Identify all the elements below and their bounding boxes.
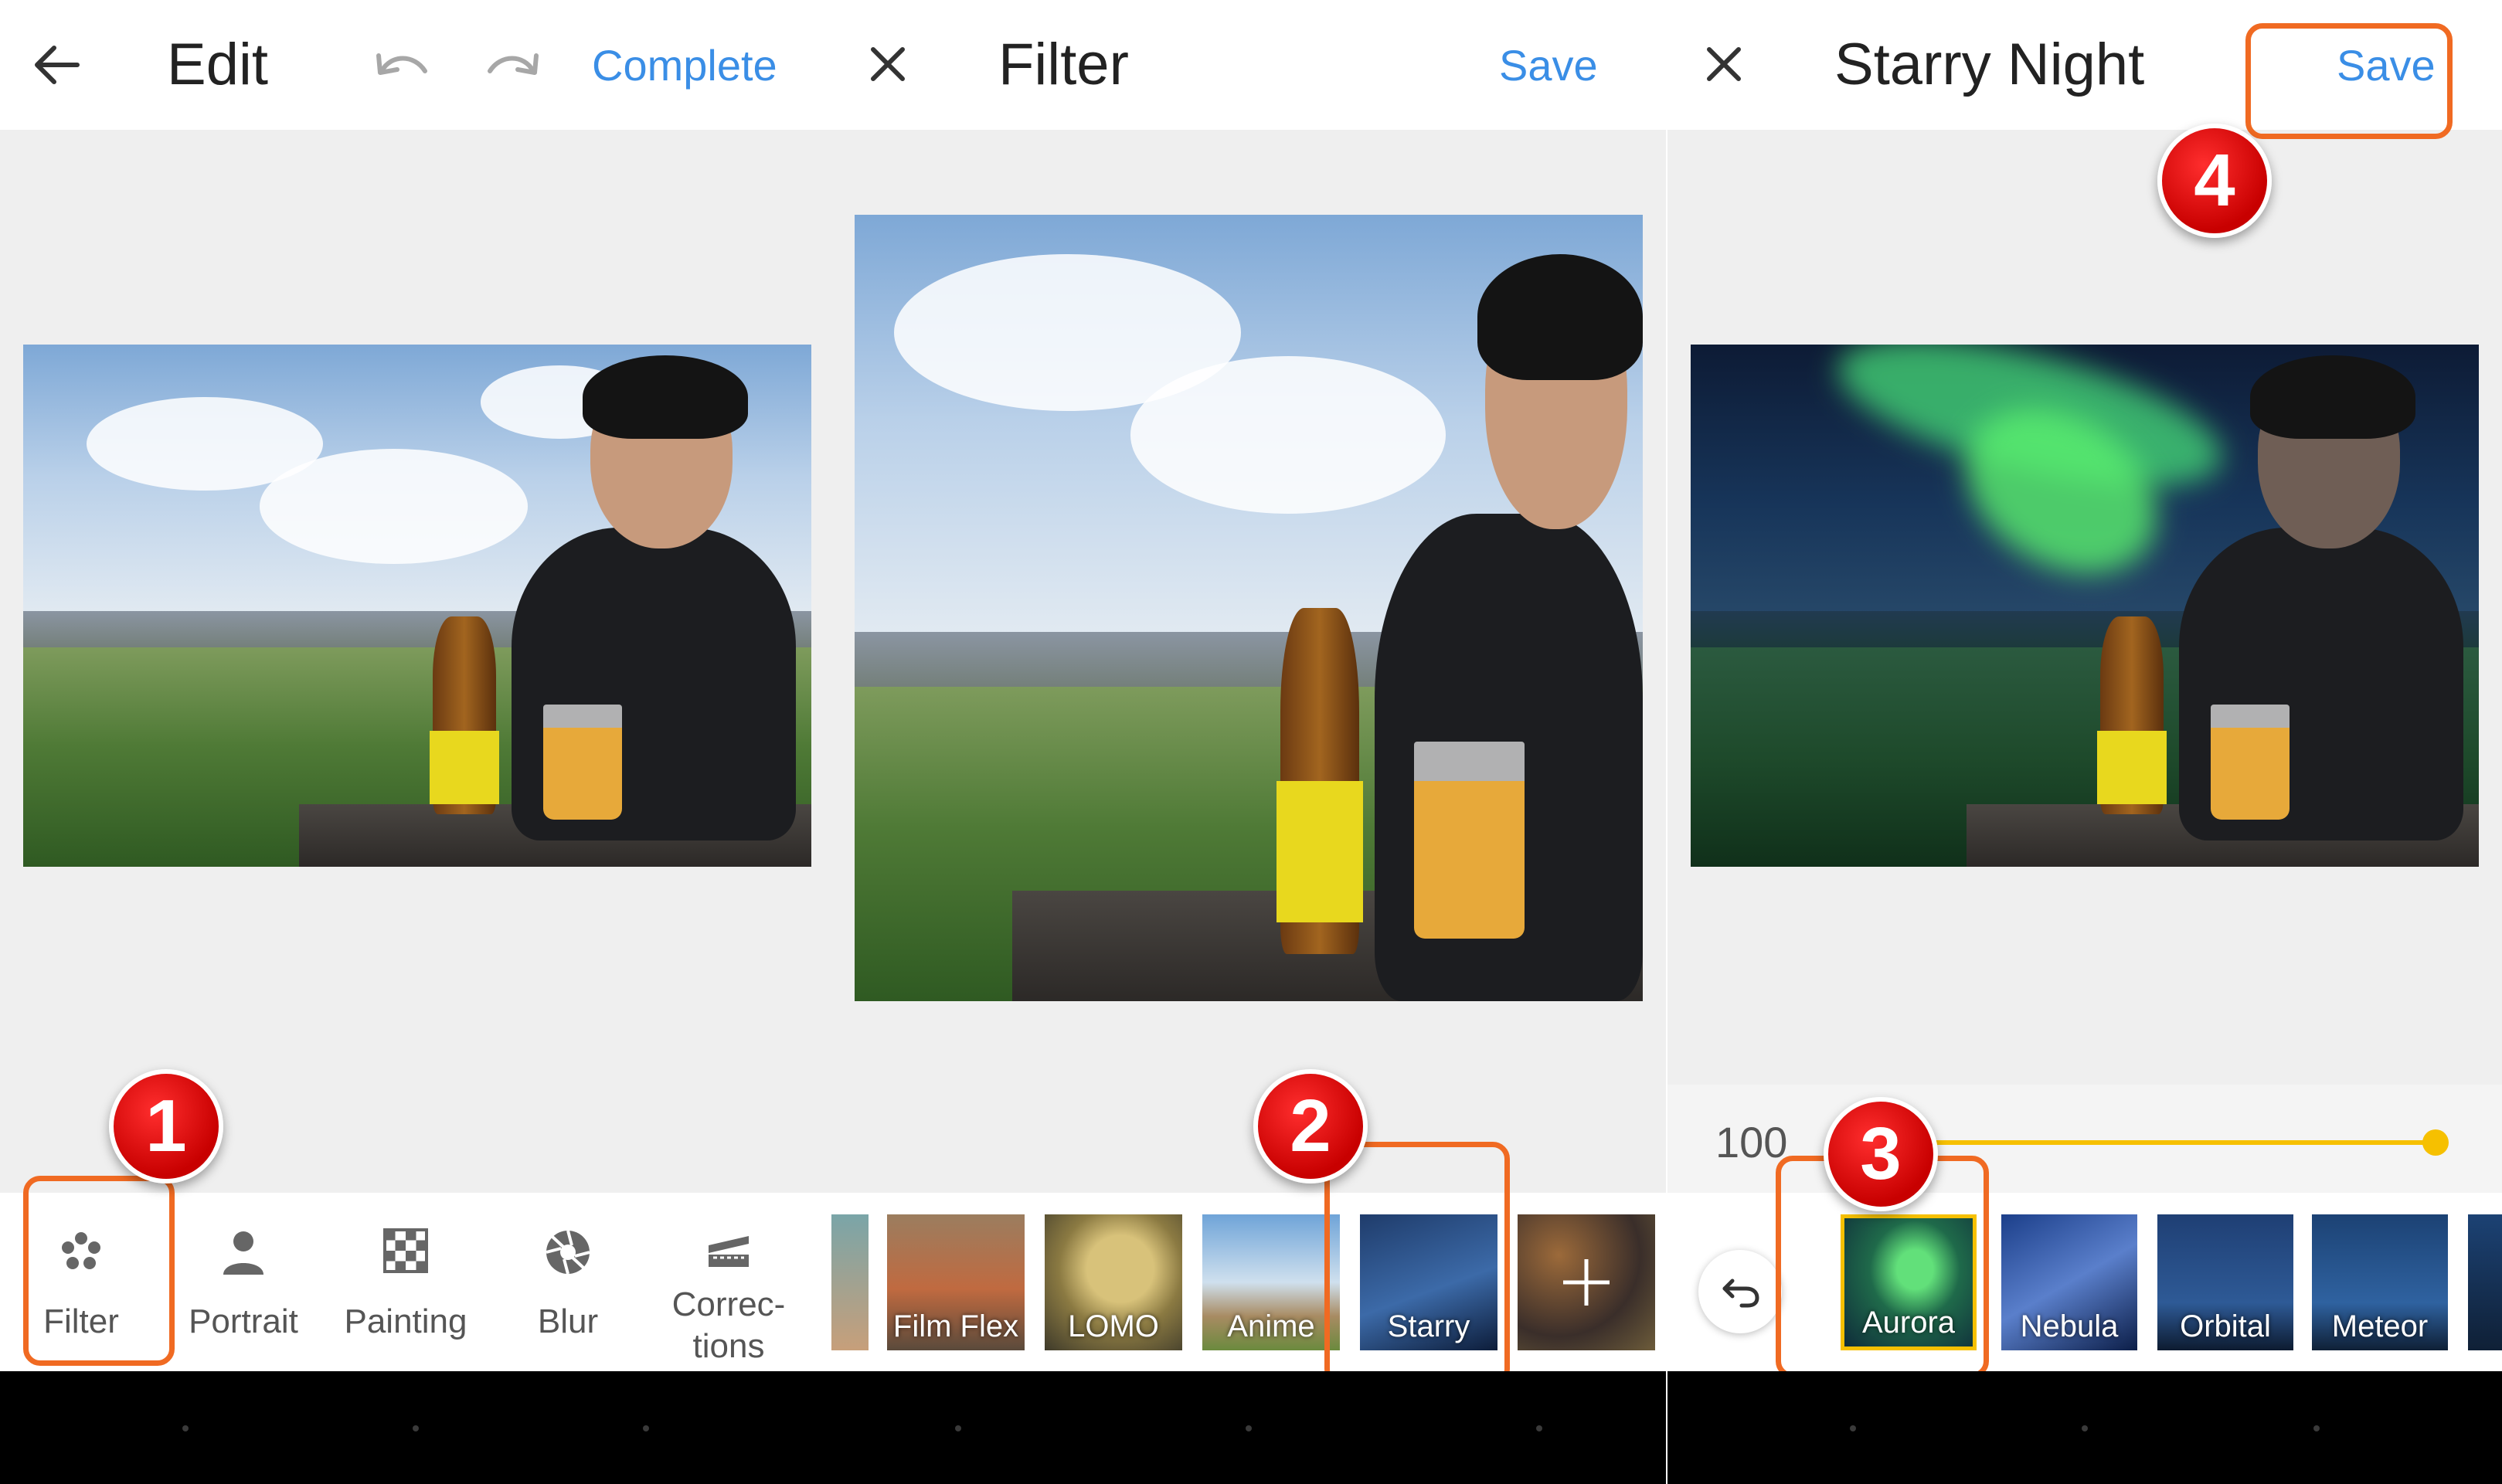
tool-painting[interactable]: Painting — [332, 1193, 479, 1372]
close-icon[interactable] — [1705, 45, 1743, 83]
tool-blur[interactable]: Blur — [510, 1193, 626, 1372]
corrections-icon — [709, 1236, 749, 1267]
filter-thumb-add[interactable] — [1518, 1214, 1655, 1350]
starry-night-panel: Starry Night Save 4 100 Aurora Nebula Or… — [1667, 0, 2502, 1484]
aperture-icon — [546, 1230, 590, 1275]
starry-title: Starry Night — [1834, 32, 2145, 97]
effect-label: Nebula — [2020, 1309, 2119, 1343]
filter-tool-highlight — [23, 1176, 175, 1366]
filter-label: Film Flex — [892, 1309, 1019, 1343]
filter-thumb-film-flex[interactable]: Film Flex — [887, 1214, 1025, 1350]
effect-thumb-meteor[interactable]: Meteor — [2312, 1214, 2448, 1350]
effect-thumb-orbital[interactable]: Orbital — [2157, 1214, 2293, 1350]
intensity-slider-track[interactable] — [1899, 1140, 2436, 1145]
reset-arrow-icon — [1722, 1279, 1759, 1308]
aurora-photo-preview — [1691, 345, 2479, 867]
effect-thumb-nebula[interactable]: Nebula — [2001, 1214, 2137, 1350]
starry-filter-highlight — [1324, 1142, 1510, 1386]
filter-thumb-anime[interactable]: Anime — [1202, 1214, 1340, 1350]
step-badge-1: 1 — [109, 1069, 223, 1183]
nav-bar — [1667, 1371, 2502, 1484]
tool-label: Portrait — [189, 1302, 298, 1340]
redo-icon[interactable] — [485, 48, 541, 83]
filter-top-bar: Filter Save — [831, 0, 1666, 130]
close-icon[interactable] — [869, 45, 907, 83]
tool-corrections[interactable]: Correc- tions — [655, 1193, 802, 1372]
nav-bar — [0, 1371, 831, 1484]
complete-button[interactable]: Complete — [592, 40, 777, 90]
person-icon — [223, 1231, 263, 1275]
slider-value: 100 — [1715, 1118, 1788, 1166]
edit-title: Edit — [167, 32, 268, 97]
filter-photo-preview — [855, 215, 1643, 1001]
tool-label: Blur — [537, 1302, 599, 1340]
effect-thumb-partial[interactable] — [2468, 1214, 2502, 1350]
save-button[interactable]: Save — [1499, 40, 1598, 90]
filter-label: Anime — [1227, 1309, 1315, 1343]
step-badge-4: 4 — [2157, 124, 2272, 238]
reset-button[interactable] — [1698, 1250, 1782, 1333]
edit-panel: Edit Complete Filter Portrait Painting B… — [0, 0, 831, 1484]
save-button-highlight — [2245, 23, 2453, 139]
edit-photo-preview — [23, 345, 811, 867]
filter-title: Filter — [998, 32, 1129, 97]
effect-label: Orbital — [2180, 1309, 2271, 1343]
back-arrow-icon[interactable] — [31, 43, 82, 87]
effect-label: Meteor — [2331, 1309, 2429, 1343]
filter-strip: Film Flex LOMO Anime Starry — [831, 1193, 1666, 1372]
tool-label: Painting — [344, 1302, 467, 1340]
add-plus-icon — [1563, 1259, 1610, 1306]
edit-top-bar: Edit Complete — [0, 0, 831, 130]
undo-icon[interactable] — [374, 48, 430, 83]
filter-thumb-partial[interactable] — [831, 1214, 869, 1350]
step-badge-3: 3 — [1824, 1097, 1938, 1211]
tool-label: Correc- tions — [671, 1285, 786, 1365]
checker-icon — [383, 1228, 428, 1273]
step-badge-2: 2 — [1253, 1069, 1368, 1183]
filter-label: LOMO — [1068, 1309, 1159, 1343]
tool-portrait[interactable]: Portrait — [178, 1193, 309, 1372]
intensity-slider-handle[interactable] — [2422, 1129, 2449, 1156]
filter-panel: Filter Save Film Flex LOMO Anime Starry — [831, 0, 1666, 1484]
nav-bar — [831, 1371, 1666, 1484]
filter-thumb-lomo[interactable]: LOMO — [1045, 1214, 1182, 1350]
